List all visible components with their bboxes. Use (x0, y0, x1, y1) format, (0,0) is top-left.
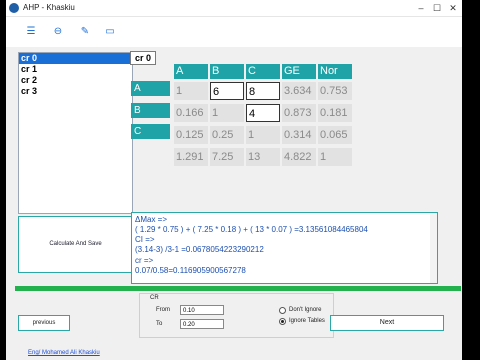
total-cell: 7.25 (210, 148, 244, 166)
view-icon[interactable]: ⊖ (52, 27, 64, 37)
list-item[interactable]: cr 1 (19, 64, 132, 75)
table-cell: 0.25 (210, 126, 244, 144)
maximize-button[interactable]: ☐ (431, 2, 443, 14)
column-header: C (246, 64, 280, 79)
output-line: ΔMax => (135, 215, 168, 224)
list-item[interactable]: cr 2 (19, 75, 132, 86)
output-line: CI => (135, 235, 155, 244)
list-item[interactable]: cr 0 (19, 53, 132, 64)
table-cell: 1 (246, 126, 280, 144)
criteria-badge: cr 0 (130, 51, 156, 65)
row-label: A (131, 81, 170, 96)
minimize-button[interactable]: – (415, 2, 427, 14)
table-cell: 0.065 (318, 126, 352, 144)
next-button[interactable]: Next (330, 315, 444, 331)
app-icon (9, 3, 19, 13)
table-cell: 0.125 (174, 126, 208, 144)
total-cell: 13 (246, 148, 280, 166)
toolbar: ☰ ⊖ ✎ ▭ (6, 17, 462, 47)
divider-bar (15, 286, 461, 291)
list-item[interactable]: cr 3 (19, 86, 132, 97)
ignore-tables-radio[interactable] (279, 318, 286, 325)
from-select[interactable]: 0.10 (180, 305, 224, 315)
total-cell: 1.291 (174, 148, 208, 166)
from-label: From (156, 307, 170, 313)
previous-button[interactable]: previous (18, 315, 70, 331)
column-header: GE (282, 64, 316, 79)
calculate-and-save-button[interactable]: Calculate And Save (18, 216, 133, 273)
column-header: B (210, 64, 244, 79)
table-cell: 0.166 (174, 104, 208, 122)
row-label: B (131, 103, 170, 118)
comparison-input[interactable]: 4 (246, 104, 280, 122)
title-bar: AHP - Khaskiu – ☐ ✕ (6, 0, 462, 17)
total-cell: 1 (318, 148, 352, 166)
monitor-icon[interactable]: ▭ (104, 27, 116, 37)
column-header: A (174, 64, 208, 79)
comparison-input[interactable]: 6 (210, 82, 244, 100)
edit-icon[interactable]: ✎ (79, 27, 91, 37)
output-line: cr => (135, 256, 154, 265)
total-cell: 4.822 (282, 148, 316, 166)
table-cell: 1 (210, 104, 244, 122)
table-cell: 1 (174, 82, 208, 100)
menu-icon[interactable]: ☰ (25, 27, 37, 37)
output-line: ( 1.29 * 0.75 ) + ( 7.25 * 0.18 ) + ( 13… (135, 225, 368, 234)
table-cell: 0.753 (318, 82, 352, 100)
column-header: Nor (318, 64, 352, 79)
cr-range-group: CR From 0.10 To 0.20 Don't Ignore Ignore… (139, 293, 334, 338)
comparison-input[interactable]: 8 (246, 82, 280, 100)
to-label: To (156, 321, 163, 327)
to-select[interactable]: 0.20 (180, 319, 224, 329)
table-cell: 0.873 (282, 104, 316, 122)
close-button[interactable]: ✕ (447, 2, 459, 14)
table-cell: 0.314 (282, 126, 316, 144)
author-link[interactable]: Eng/ Mohamed Ali Khaskiu (28, 350, 100, 356)
table-cell: 0.181 (318, 104, 352, 122)
cr-group-label: CR (150, 295, 159, 301)
ignore-tables-label: Ignore Tables (289, 318, 325, 324)
app-window: AHP - Khaskiu – ☐ ✕ ☰ ⊖ ✎ ▭ cr 0 cr 1 cr… (6, 0, 462, 360)
output-line: 0.07/0.58=0.116905900567278 (135, 266, 246, 275)
dont-ignore-label: Don't Ignore (289, 307, 322, 313)
window-title: AHP - Khaskiu (23, 3, 75, 12)
result-output[interactable]: ΔMax => ( 1.29 * 0.75 ) + ( 7.25 * 0.18 … (131, 212, 438, 284)
output-scrollbar[interactable] (430, 213, 437, 283)
table-cell: 3.634 (282, 82, 316, 100)
dont-ignore-radio[interactable] (279, 307, 286, 314)
row-label: C (131, 124, 170, 139)
criteria-list[interactable]: cr 0 cr 1 cr 2 cr 3 (18, 52, 133, 214)
output-line: (3.14-3) /3-1 =0.0678054223290212 (135, 245, 264, 254)
